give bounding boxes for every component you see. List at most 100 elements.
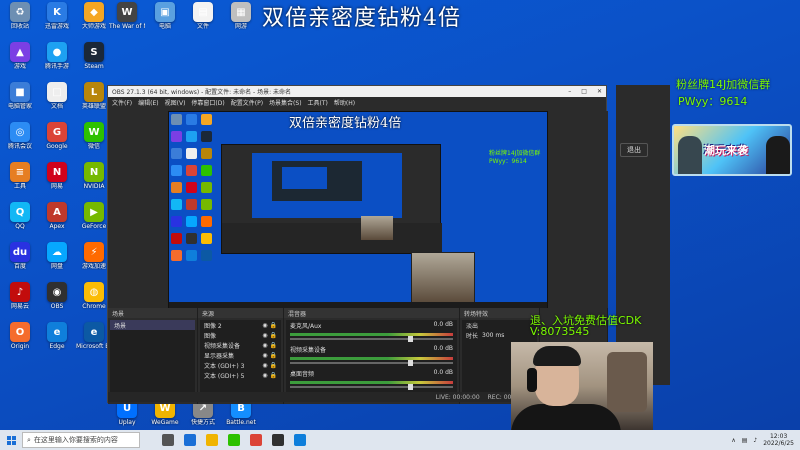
- preview-app-icon: [186, 233, 197, 244]
- desktop-icon[interactable]: ◉ OBS: [39, 282, 75, 322]
- taskbar-search[interactable]: ⌕ 在这里输入你要搜索的内容: [22, 432, 140, 448]
- source-label: 视频采集设备: [204, 342, 241, 350]
- close-icon[interactable]: ✕: [597, 88, 602, 95]
- visibility-icon[interactable]: ◉ 🔒: [262, 352, 277, 359]
- volume-slider[interactable]: [290, 384, 453, 390]
- visibility-icon[interactable]: ◉ 🔒: [262, 322, 277, 329]
- desktop-icon[interactable]: □ 文档: [39, 82, 75, 122]
- menu-item[interactable]: 文件(F): [112, 98, 132, 107]
- menu-item[interactable]: 帮助(H): [334, 98, 355, 107]
- duration-value[interactable]: 300 ms: [482, 332, 504, 339]
- status-text: LIVE: 00:00:00: [435, 393, 480, 401]
- desktop-icon[interactable]: O Origin: [2, 322, 38, 362]
- menu-item[interactable]: 场景集合(S): [269, 98, 302, 107]
- chevron-up-icon[interactable]: ∧: [731, 437, 735, 444]
- desktop-icon[interactable]: ▲ 游戏: [2, 42, 38, 82]
- desktop-icon[interactable]: ☁ 网盘: [39, 242, 75, 282]
- desktop-icon[interactable]: ♪ 网易云: [2, 282, 38, 322]
- sources-dock[interactable]: 来源 图像 2 ◉ 🔒 图像 ◉ 🔒 视频采集设备 ◉ 🔒 显示器采集 ◉ 🔒 文本 (GDI+…: [198, 308, 284, 404]
- mixer-dock[interactable]: 混音器 麦克风/Aux 0.0 dB 视频采集设备 0.0 dB 桌面音频 0.0 dB: [284, 308, 460, 404]
- obs-preview[interactable]: 双倍亲密度钻粉4倍 粉丝牌14J加微信群 PWyy：9614: [168, 111, 548, 311]
- app-icon: ▤: [193, 2, 213, 22]
- menu-item[interactable]: 编辑(E): [138, 98, 158, 107]
- taskbar-app-icon[interactable]: [294, 434, 306, 446]
- source-item[interactable]: 文本 (GDI+) 5 ◉ 🔒: [200, 370, 281, 380]
- taskbar-app-icon[interactable]: [250, 434, 262, 446]
- desktop-icon[interactable]: e Edge: [39, 322, 75, 362]
- desktop-icon[interactable]: ▤ 文件: [186, 2, 220, 30]
- transitions-label: 转场特效: [460, 308, 539, 318]
- visibility-icon[interactable]: ◉ 🔒: [262, 332, 277, 339]
- taskbar-app-icon[interactable]: [272, 434, 284, 446]
- mixer-channel-name: 桌面音频: [290, 371, 315, 378]
- app-icon: ▶: [84, 202, 104, 222]
- sources-list[interactable]: 图像 2 ◉ 🔒 图像 ◉ 🔒 视频采集设备 ◉ 🔒 显示器采集 ◉ 🔒 文本 (GDI+) 3…: [200, 320, 281, 392]
- desktop-icon[interactable]: K 迅雷游戏: [39, 2, 75, 42]
- desktop-icon[interactable]: ≡ 工具: [2, 162, 38, 202]
- desktop-icon[interactable]: A Apex: [39, 202, 75, 242]
- app-icon: ▦: [231, 2, 251, 22]
- desktop-icon[interactable]: N 网易: [39, 162, 75, 202]
- source-item[interactable]: 显示器采集 ◉ 🔒: [200, 350, 281, 360]
- exit-button[interactable]: 退出: [620, 143, 648, 157]
- app-icon: W: [84, 122, 104, 142]
- mixer-channel-db: 0.0 dB: [433, 345, 453, 352]
- desktop-icon[interactable]: Q QQ: [2, 202, 38, 242]
- visibility-icon[interactable]: ◉ 🔒: [262, 362, 277, 369]
- preview-app-icon: [171, 199, 182, 210]
- app-icon: ◆: [84, 2, 104, 22]
- maximize-icon[interactable]: □: [581, 88, 587, 95]
- app-icon: A: [47, 202, 67, 222]
- desktop-icon[interactable]: ● 腾讯手游: [39, 42, 75, 82]
- transition-select[interactable]: 淡出: [462, 320, 537, 330]
- scenes-list[interactable]: 场景: [110, 320, 195, 392]
- system-tray: ∧ ▤ ♪ 12:03 2022/6/25: [731, 433, 800, 447]
- desktop-icon[interactable]: S Steam: [76, 42, 112, 82]
- menu-item[interactable]: 配置文件(P): [231, 98, 263, 107]
- source-item[interactable]: 视频采集设备 ◉ 🔒: [200, 340, 281, 350]
- app-icon: G: [47, 122, 67, 142]
- volume-icon[interactable]: ♪: [753, 437, 757, 444]
- start-button[interactable]: [0, 430, 22, 450]
- obs-titlebar[interactable]: OBS 27.1.3 (64 bit, windows) - 配置文件: 未命名…: [108, 86, 606, 97]
- visibility-icon[interactable]: ◉ 🔒: [262, 372, 277, 379]
- search-icon: ⌕: [27, 435, 31, 444]
- volume-slider[interactable]: [290, 336, 453, 342]
- app-icon: ●: [47, 42, 67, 62]
- source-item[interactable]: 图像 2 ◉ 🔒: [200, 320, 281, 330]
- menu-item[interactable]: 工具(T): [308, 98, 328, 107]
- audio-meter: [290, 357, 453, 360]
- desktop-icon[interactable]: ◆ 大师游戏: [76, 2, 112, 42]
- taskbar-app-icon[interactable]: [228, 434, 240, 446]
- nested-panels: [222, 223, 442, 253]
- app-icon: du: [10, 242, 30, 262]
- source-item[interactable]: 图像 ◉ 🔒: [200, 330, 281, 340]
- desktop-icon[interactable]: ♻ 回收站: [2, 2, 38, 42]
- clock[interactable]: 12:03 2022/6/25: [763, 433, 794, 447]
- volume-slider[interactable]: [290, 360, 453, 366]
- scenes-dock[interactable]: 场景 场景 + − ∧ ∨: [108, 308, 198, 404]
- desktop-icon[interactable]: WThe War of Mine: [109, 2, 145, 30]
- desktop-icon[interactable]: du 百度: [2, 242, 38, 282]
- minimize-icon[interactable]: –: [568, 88, 571, 95]
- desktop-icon-label: 网游: [234, 23, 247, 30]
- network-icon[interactable]: ▤: [742, 437, 748, 444]
- scene-item[interactable]: 场景: [110, 320, 195, 330]
- preview-app-icon: [201, 148, 212, 159]
- desktop-icon[interactable]: ◎ 腾讯会议: [2, 122, 38, 162]
- taskbar-app-icon[interactable]: [162, 434, 174, 446]
- preview-app-icon: [186, 216, 197, 227]
- desktop-icon[interactable]: G Google: [39, 122, 75, 162]
- source-item[interactable]: 文本 (GDI+) 3 ◉ 🔒: [200, 360, 281, 370]
- preview-app-icon: [171, 114, 182, 125]
- visibility-icon[interactable]: ◉ 🔒: [262, 342, 277, 349]
- desktop-icon[interactable]: ▣ 电脑: [148, 2, 182, 30]
- app-icon: Q: [10, 202, 30, 222]
- taskbar-app-icon[interactable]: [206, 434, 218, 446]
- menu-item[interactable]: 停靠窗口(D): [191, 98, 224, 107]
- menu-item[interactable]: 视图(V): [165, 98, 186, 107]
- desktop-icon[interactable]: ▦ 网游: [224, 2, 258, 30]
- webcam-chair: [607, 352, 647, 412]
- taskbar-app-icon[interactable]: [184, 434, 196, 446]
- desktop-icon[interactable]: ■ 电脑管家: [2, 82, 38, 122]
